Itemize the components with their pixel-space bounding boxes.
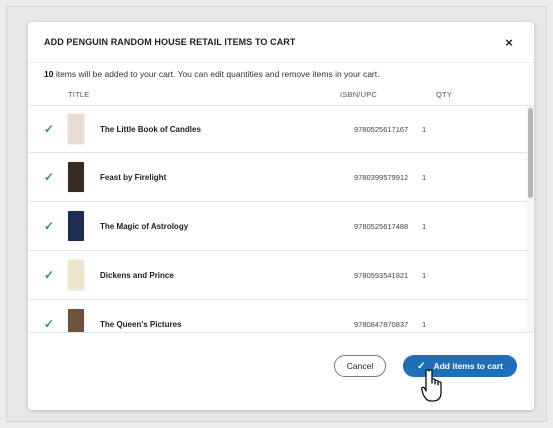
table-row: ✓ The Magic of Astrology 9780525617488 1 bbox=[28, 202, 534, 251]
column-header-title: TITLE bbox=[68, 90, 90, 99]
modal-header: ADD PENGUIN RANDOM HOUSE RETAIL ITEMS TO… bbox=[28, 22, 534, 62]
column-header-isbn: ISBN/UPC bbox=[340, 90, 378, 99]
book-title: The Queen's Pictures bbox=[100, 319, 182, 329]
items-list[interactable]: ✓ The Little Book of Candles 97805256171… bbox=[28, 106, 534, 332]
hand-pointer-icon bbox=[421, 369, 442, 402]
book-qty: 1 bbox=[422, 319, 427, 329]
modal-description: 10 items will be added to your cart. You… bbox=[28, 62, 534, 84]
table-row: ✓ Feast by Firelight 9780399579912 1 bbox=[28, 153, 534, 202]
book-title: Feast by Firelight bbox=[100, 172, 167, 182]
book-title: The Magic of Astrology bbox=[100, 221, 189, 231]
book-isbn: 9780525617488 bbox=[354, 221, 409, 231]
check-icon: ✓ bbox=[44, 170, 55, 184]
table-row: ✓ Dickens and Prince 9780593541821 1 bbox=[28, 251, 534, 300]
table-header: TITLE ISBN/UPC QTY bbox=[28, 84, 534, 106]
book-isbn: 9780593541821 bbox=[354, 270, 409, 280]
check-icon: ✓ bbox=[44, 219, 55, 233]
book-title: Dickens and Prince bbox=[100, 270, 174, 280]
book-isbn: 9780525617167 bbox=[354, 124, 409, 134]
scrollbar-thumb[interactable] bbox=[528, 108, 533, 198]
book-isbn: 9780399579912 bbox=[354, 172, 409, 182]
book-qty: 1 bbox=[422, 221, 427, 231]
table-row: ✓ The Queen's Pictures 9780847870837 1 bbox=[28, 300, 534, 332]
check-icon: ✓ bbox=[44, 268, 55, 282]
modal-footer: Cancel ✓ Add items to cart bbox=[28, 332, 534, 410]
book-cover bbox=[68, 162, 84, 192]
book-title: The Little Book of Candles bbox=[100, 124, 201, 134]
check-icon: ✓ bbox=[44, 317, 55, 331]
cancel-button[interactable]: Cancel bbox=[334, 355, 386, 377]
book-isbn: 9780847870837 bbox=[354, 319, 409, 329]
book-cover bbox=[68, 260, 84, 290]
book-qty: 1 bbox=[422, 270, 427, 280]
table-row: ✓ The Little Book of Candles 97805256171… bbox=[28, 106, 534, 153]
book-cover bbox=[68, 211, 84, 241]
book-qty: 1 bbox=[422, 124, 427, 134]
close-icon[interactable]: × bbox=[500, 33, 518, 51]
scrollbar[interactable] bbox=[527, 106, 534, 332]
book-cover bbox=[68, 309, 84, 332]
check-icon: ✓ bbox=[44, 122, 55, 136]
description-text: items will be added to your cart. You ca… bbox=[53, 69, 380, 79]
modal-title: ADD PENGUIN RANDOM HOUSE RETAIL ITEMS TO… bbox=[44, 37, 296, 47]
add-to-cart-modal: ADD PENGUIN RANDOM HOUSE RETAIL ITEMS TO… bbox=[28, 22, 534, 410]
column-header-qty: QTY bbox=[436, 90, 453, 99]
book-cover bbox=[68, 114, 84, 144]
book-qty: 1 bbox=[422, 172, 427, 182]
